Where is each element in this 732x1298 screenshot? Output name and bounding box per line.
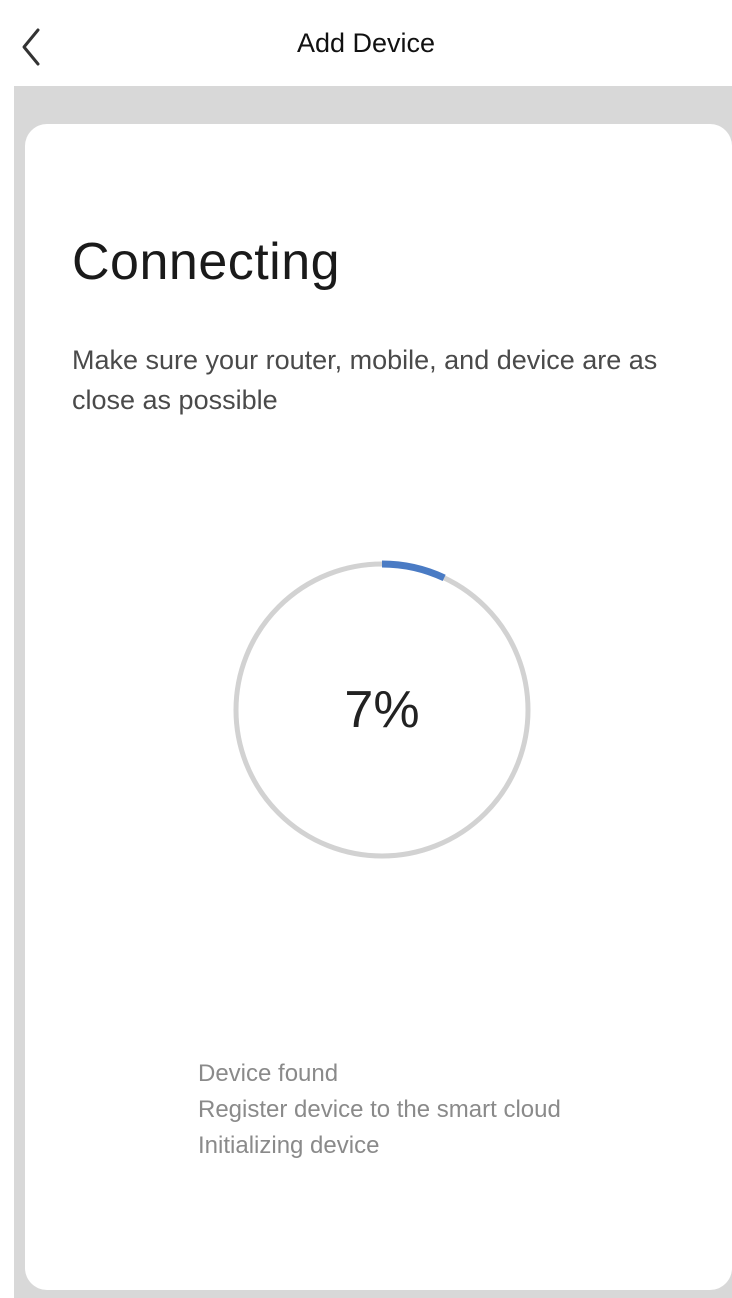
connecting-heading: Connecting [72,233,341,291]
progress-ring: 7% [232,560,532,860]
step-item: Device found [198,1060,339,1087]
connecting-subtitle: Make sure your router, mobile, and devic… [72,345,658,415]
step-item: Initializing device [198,1132,380,1159]
step-item: Register device to the smart cloud [198,1096,561,1123]
page-title: Add Device [296,28,436,58]
connection-steps: Device found Register device to the smar… [198,1056,561,1164]
progress-percentage: 7% [344,681,420,739]
navigation-bar: Add Device [0,0,732,86]
